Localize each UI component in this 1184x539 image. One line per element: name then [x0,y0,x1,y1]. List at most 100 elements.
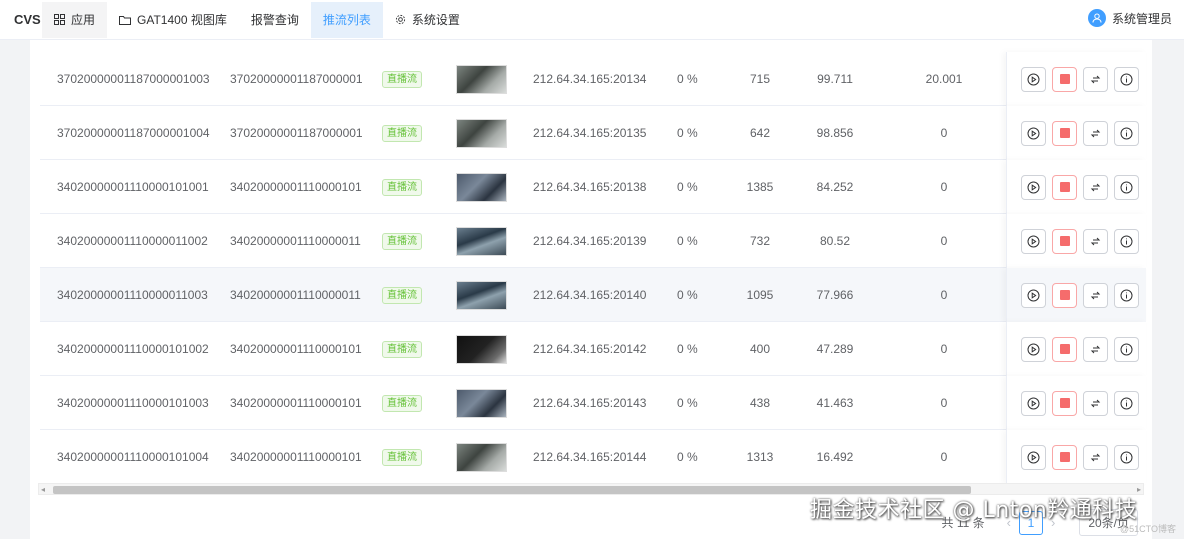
nav-item-push-list[interactable]: 推流列表 [310,1,383,38]
table-row[interactable]: 37020000001187000001003 37020000001187000… [40,52,1146,106]
table-row[interactable]: 34020000001110000101002 34020000001110000… [40,322,1146,376]
stream-type-cell: 直播流 [382,430,422,484]
stop-button[interactable] [1052,336,1077,362]
watermark-small: @51CTO博客 [1120,524,1176,534]
stop-button[interactable] [1052,120,1077,146]
value-rate: 84.252 [816,180,854,194]
scroll-right-icon[interactable]: ▸ [1137,485,1141,494]
snapshot-cell [456,268,507,322]
swap-icon [1090,236,1101,247]
info-button[interactable] [1114,336,1139,362]
stop-icon [1059,236,1070,246]
device-id: 34020000001110000101 [230,180,362,194]
value-extra: 0 [940,288,948,302]
switch-button[interactable] [1083,336,1108,362]
nav-item-label: 报警查询 [250,13,299,27]
snapshot-thumbnail[interactable] [456,64,507,94]
table-row[interactable]: 34020000001110000011002 34020000001110000… [40,214,1146,268]
snapshot-cell [456,106,507,160]
channel-id: 37020000001187000001003 [57,72,210,86]
stream-address: 212.64.34.165:20143 [533,396,647,410]
snapshot-thumbnail[interactable] [456,172,507,202]
stream-type-cell: 直播流 [382,322,422,376]
switch-button[interactable] [1083,120,1108,146]
play-icon [1027,181,1040,194]
snapshot-thumbnail[interactable] [456,334,507,364]
info-button[interactable] [1114,282,1139,308]
user-menu[interactable]: 系统管理员 [1087,9,1172,27]
snapshot-thumbnail[interactable] [456,388,507,418]
value-count: 400 [749,342,771,356]
play-button[interactable] [1021,120,1046,146]
swap-icon [1090,398,1101,409]
loss-percent: 0 % [677,396,698,410]
table-row[interactable]: 34020000001110000101001 34020000001110000… [40,160,1146,214]
switch-button[interactable] [1083,444,1108,470]
value-extra: 0 [940,450,948,464]
switch-button[interactable] [1083,174,1108,200]
app-brand: CVS [14,12,41,27]
channel-id: 34020000001110000011003 [57,288,208,302]
play-button[interactable] [1021,66,1046,92]
stop-icon [1059,290,1070,300]
value-extra: 20.001 [925,72,963,86]
row-actions [1006,322,1146,376]
loss-percent: 0 % [677,126,698,140]
info-button[interactable] [1114,444,1139,470]
play-button[interactable] [1021,444,1046,470]
stop-button[interactable] [1052,228,1077,254]
snapshot-cell [456,430,507,484]
info-button[interactable] [1114,120,1139,146]
scroll-left-icon[interactable]: ◂ [41,485,45,494]
stop-button[interactable] [1052,66,1077,92]
row-actions [1006,376,1146,430]
device-id: 37020000001187000001 [230,126,363,140]
info-button[interactable] [1114,66,1139,92]
device-id: 37020000001187000001 [230,72,363,86]
info-button[interactable] [1114,174,1139,200]
switch-button[interactable] [1083,390,1108,416]
table-row[interactable]: 34020000001110000101003 34020000001110000… [40,376,1146,430]
value-extra: 0 [940,342,948,356]
snapshot-thumbnail[interactable] [456,280,507,310]
info-button[interactable] [1114,390,1139,416]
play-button[interactable] [1021,336,1046,362]
nav-item-gat1400[interactable]: GAT1400 视图库 [107,2,239,38]
nav-item-apps[interactable]: 应用 [42,1,108,38]
stream-type-tag: 直播流 [382,124,422,142]
info-icon [1120,289,1133,302]
switch-button[interactable] [1083,282,1108,308]
snapshot-thumbnail[interactable] [456,118,507,148]
play-button[interactable] [1021,228,1046,254]
value-rate: 77.966 [816,288,854,302]
nav-item-alarm-query[interactable]: 报警查询 [239,2,311,38]
table-row[interactable]: 37020000001187000001004 37020000001187000… [40,106,1146,160]
user-name: 系统管理员 [1111,11,1172,26]
info-icon [1120,181,1133,194]
switch-button[interactable] [1083,228,1108,254]
info-button[interactable] [1114,228,1139,254]
play-button[interactable] [1021,282,1046,308]
snapshot-thumbnail[interactable] [456,226,507,256]
stop-button[interactable] [1052,282,1077,308]
value-count: 438 [749,396,771,410]
play-button[interactable] [1021,174,1046,200]
snapshot-cell [456,322,507,376]
nav-item-settings[interactable]: 系统设置 [383,2,472,38]
switch-button[interactable] [1083,66,1108,92]
stop-button[interactable] [1052,390,1077,416]
table-row[interactable]: 34020000001110000101004 34020000001110000… [40,430,1146,484]
snapshot-thumbnail[interactable] [456,442,507,472]
device-id: 34020000001110000011 [230,288,361,302]
swap-icon [1090,290,1101,301]
stop-button[interactable] [1052,444,1077,470]
value-count: 715 [749,72,771,86]
channel-id: 34020000001110000011002 [57,234,208,248]
stop-button[interactable] [1052,174,1077,200]
value-rate: 16.492 [816,450,854,464]
user-icon [1092,13,1102,23]
row-actions [1006,430,1146,484]
value-count: 1385 [746,180,774,194]
table-row[interactable]: 34020000001110000011003 34020000001110000… [40,268,1146,322]
play-button[interactable] [1021,390,1046,416]
